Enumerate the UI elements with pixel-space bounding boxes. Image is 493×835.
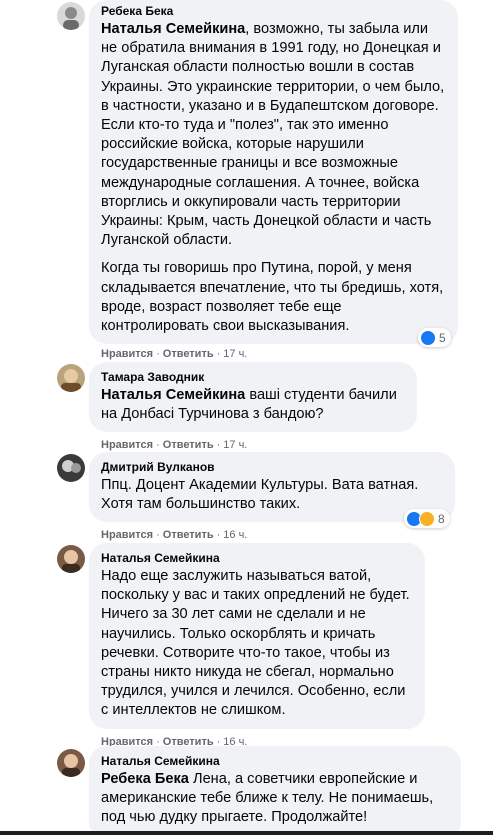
comment-bubble: Ребека Бека Наталья Семейкина, возможно,… xyxy=(89,0,458,345)
comment-bubble: Тамара Заводник Наталья Семейкина ваші с… xyxy=(89,362,417,433)
comment-author[interactable]: Ребека Бека xyxy=(101,3,446,19)
mention-link[interactable]: Ребека Бека xyxy=(101,771,189,787)
comment-actions: Нравится · Ответить · 17 ч. xyxy=(101,348,248,361)
comment-text: Надо еще заслужить называться ватой, пос… xyxy=(101,568,410,719)
reply-button[interactable]: Ответить xyxy=(163,529,214,541)
comment-text: Ппц. Доцент Академии Культуры. Вата ватн… xyxy=(101,477,419,513)
comment: Тамара Заводник Наталья Семейкина ваші с… xyxy=(89,362,417,452)
comment-bubble: Наталья Семейкина Ребека Бека Лена, а со… xyxy=(89,746,461,835)
comment-bubble: Дмитрий Вулканов Ппц. Доцент Академии Ку… xyxy=(89,452,455,523)
timestamp[interactable]: 17 ч. xyxy=(223,348,247,360)
like-reaction-icon xyxy=(420,329,436,346)
sad-reaction-icon xyxy=(419,510,435,527)
reactions-badge[interactable]: 8 xyxy=(404,509,450,528)
reactions-badge[interactable]: 5 xyxy=(418,328,451,347)
comment-author[interactable]: Тамара Заводник xyxy=(101,369,405,385)
reply-button[interactable]: Ответить xyxy=(163,439,214,451)
avatar[interactable] xyxy=(57,749,85,777)
comment-author[interactable]: Наталья Семейкина xyxy=(101,550,413,566)
reaction-count: 5 xyxy=(439,330,446,345)
avatar[interactable] xyxy=(57,545,85,573)
reaction-count: 8 xyxy=(438,511,445,526)
comment-text: Наталья Семейкина ваші студенти бачили н… xyxy=(101,387,397,423)
comment: Ребека Бека Наталья Семейкина, возможно,… xyxy=(89,0,458,361)
comment-author[interactable]: Дмитрий Вулканов xyxy=(101,459,443,475)
comment-actions: Нравится · Ответить · 17 ч. xyxy=(101,439,248,452)
avatar[interactable] xyxy=(57,454,85,482)
like-button[interactable]: Нравится xyxy=(101,348,153,360)
like-button[interactable]: Нравится xyxy=(101,439,153,451)
comment-author[interactable]: Наталья Семейкина xyxy=(101,753,449,769)
taskbar-strip xyxy=(0,831,493,835)
comment: Наталья Семейкина Надо еще заслужить наз… xyxy=(89,543,425,749)
avatar[interactable] xyxy=(57,2,85,30)
mention-link[interactable]: Наталья Семейкина xyxy=(101,387,245,403)
like-button[interactable]: Нравится xyxy=(101,529,153,541)
reply-button[interactable]: Ответить xyxy=(163,348,214,360)
comment: Наталья Семейкина Ребека Бека Лена, а со… xyxy=(89,746,461,835)
comment-text: Ребека Бека Лена, а советчики европейски… xyxy=(101,771,434,826)
comment-bubble: Наталья Семейкина Надо еще заслужить наз… xyxy=(89,543,425,729)
timestamp[interactable]: 17 ч. xyxy=(223,439,247,451)
comment-actions: Нравится · Ответить · 16 ч. xyxy=(101,529,248,542)
comment: Дмитрий Вулканов Ппц. Доцент Академии Ку… xyxy=(89,452,455,542)
mention-link[interactable]: Наталья Семейкина xyxy=(101,21,245,37)
timestamp[interactable]: 16 ч. xyxy=(223,529,247,541)
comment-text: Наталья Семейкина, возможно, ты забыла и… xyxy=(101,21,445,335)
avatar[interactable] xyxy=(57,364,85,392)
